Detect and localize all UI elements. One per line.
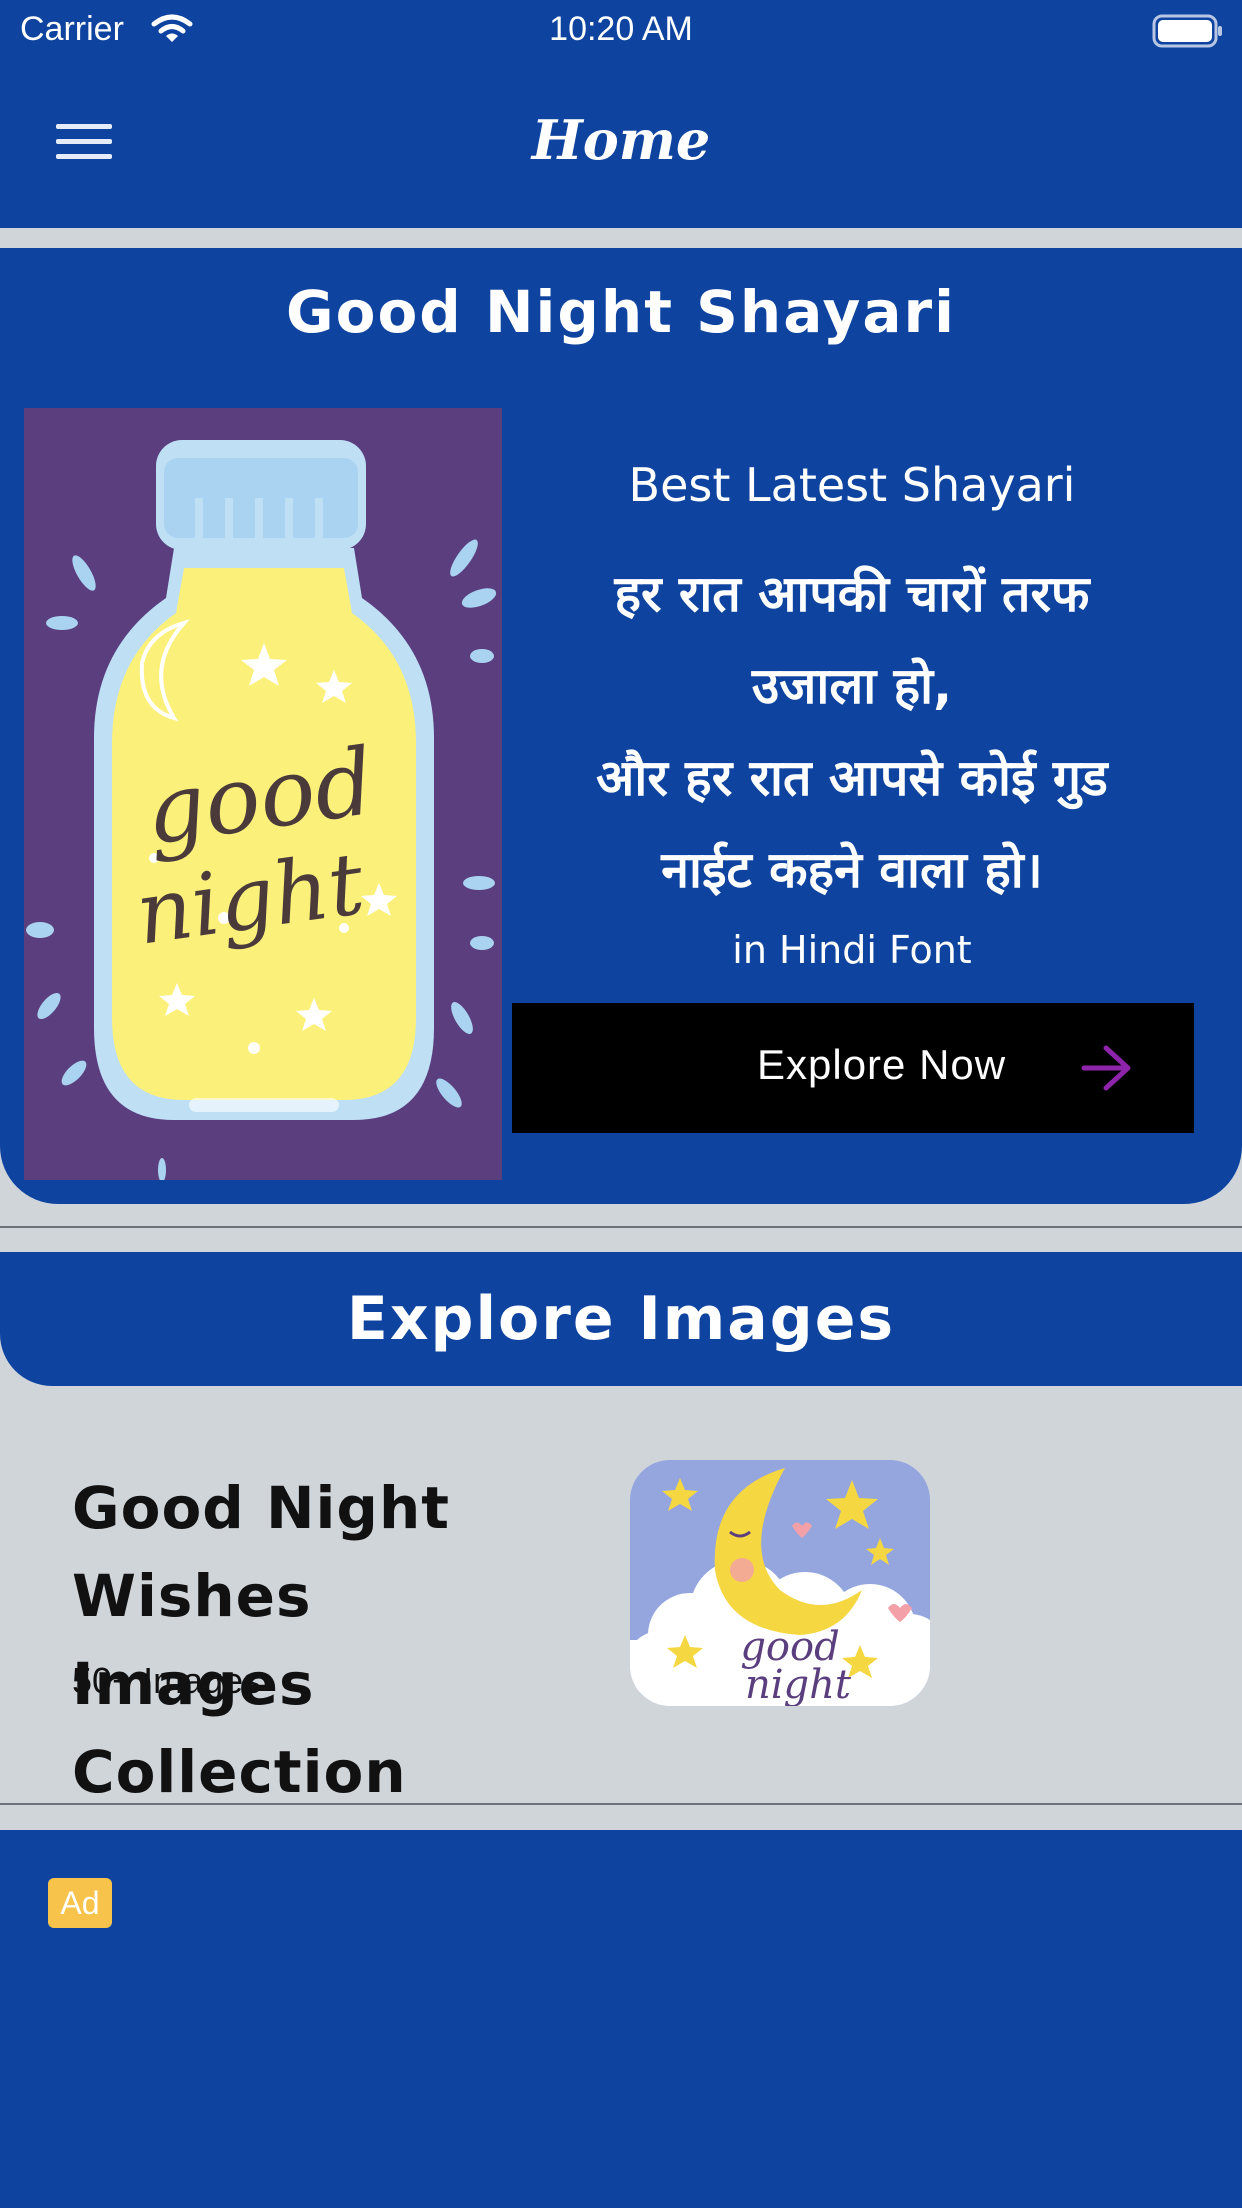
- divider: [0, 1226, 1242, 1228]
- arrow-right-icon: [1081, 1045, 1131, 1091]
- shayari-quote: हर रात आपकी चारों तरफ उजाला हो, और हर रा…: [512, 548, 1192, 916]
- explore-images-header: Explore Images: [0, 1252, 1242, 1386]
- page-title: Home: [531, 108, 711, 172]
- nav-bar: Home: [0, 62, 1242, 228]
- battery-icon: [1152, 14, 1222, 48]
- explore-now-label: Explore Now: [757, 1041, 1007, 1088]
- card-title: Good Night Shayari: [285, 278, 956, 346]
- collection-title: Good Night Wishes Images Collection: [72, 1464, 612, 1816]
- images-collection-item[interactable]: Good Night Wishes Images Collection 50+ …: [0, 1420, 1242, 1806]
- explore-now-button[interactable]: Explore Now: [512, 1003, 1194, 1133]
- svg-text:night: night: [745, 1662, 852, 1706]
- card-subtitle: Best Latest Shayari: [628, 458, 1076, 512]
- font-note: in Hindi Font: [732, 928, 972, 972]
- shayari-card: Good Night Shayari good night Best Lates…: [0, 248, 1242, 1204]
- quote-line: हर रात आपकी चारों तरफ: [614, 565, 1090, 623]
- good-night-jar-image: good night: [24, 408, 502, 1180]
- good-night-moon-image: good night: [630, 1460, 930, 1706]
- quote-line: नाईट कहने वाला हो।: [661, 841, 1043, 899]
- section-title: Explore Images: [346, 1284, 896, 1354]
- ad-banner[interactable]: Ad: [0, 1830, 1242, 2208]
- ad-badge: Ad: [48, 1878, 112, 1928]
- quote-line: और हर रात आपसे कोई गुड: [596, 749, 1108, 807]
- collection-title-line: Good Night Wishes: [72, 1474, 450, 1630]
- status-bar: Carrier 10:20 AM: [0, 0, 1242, 62]
- status-time: 10:20 AM: [549, 10, 693, 48]
- divider: [0, 1803, 1242, 1805]
- quote-line: उजाला हो,: [751, 657, 953, 715]
- collection-count: 50+ Images: [72, 1660, 262, 1701]
